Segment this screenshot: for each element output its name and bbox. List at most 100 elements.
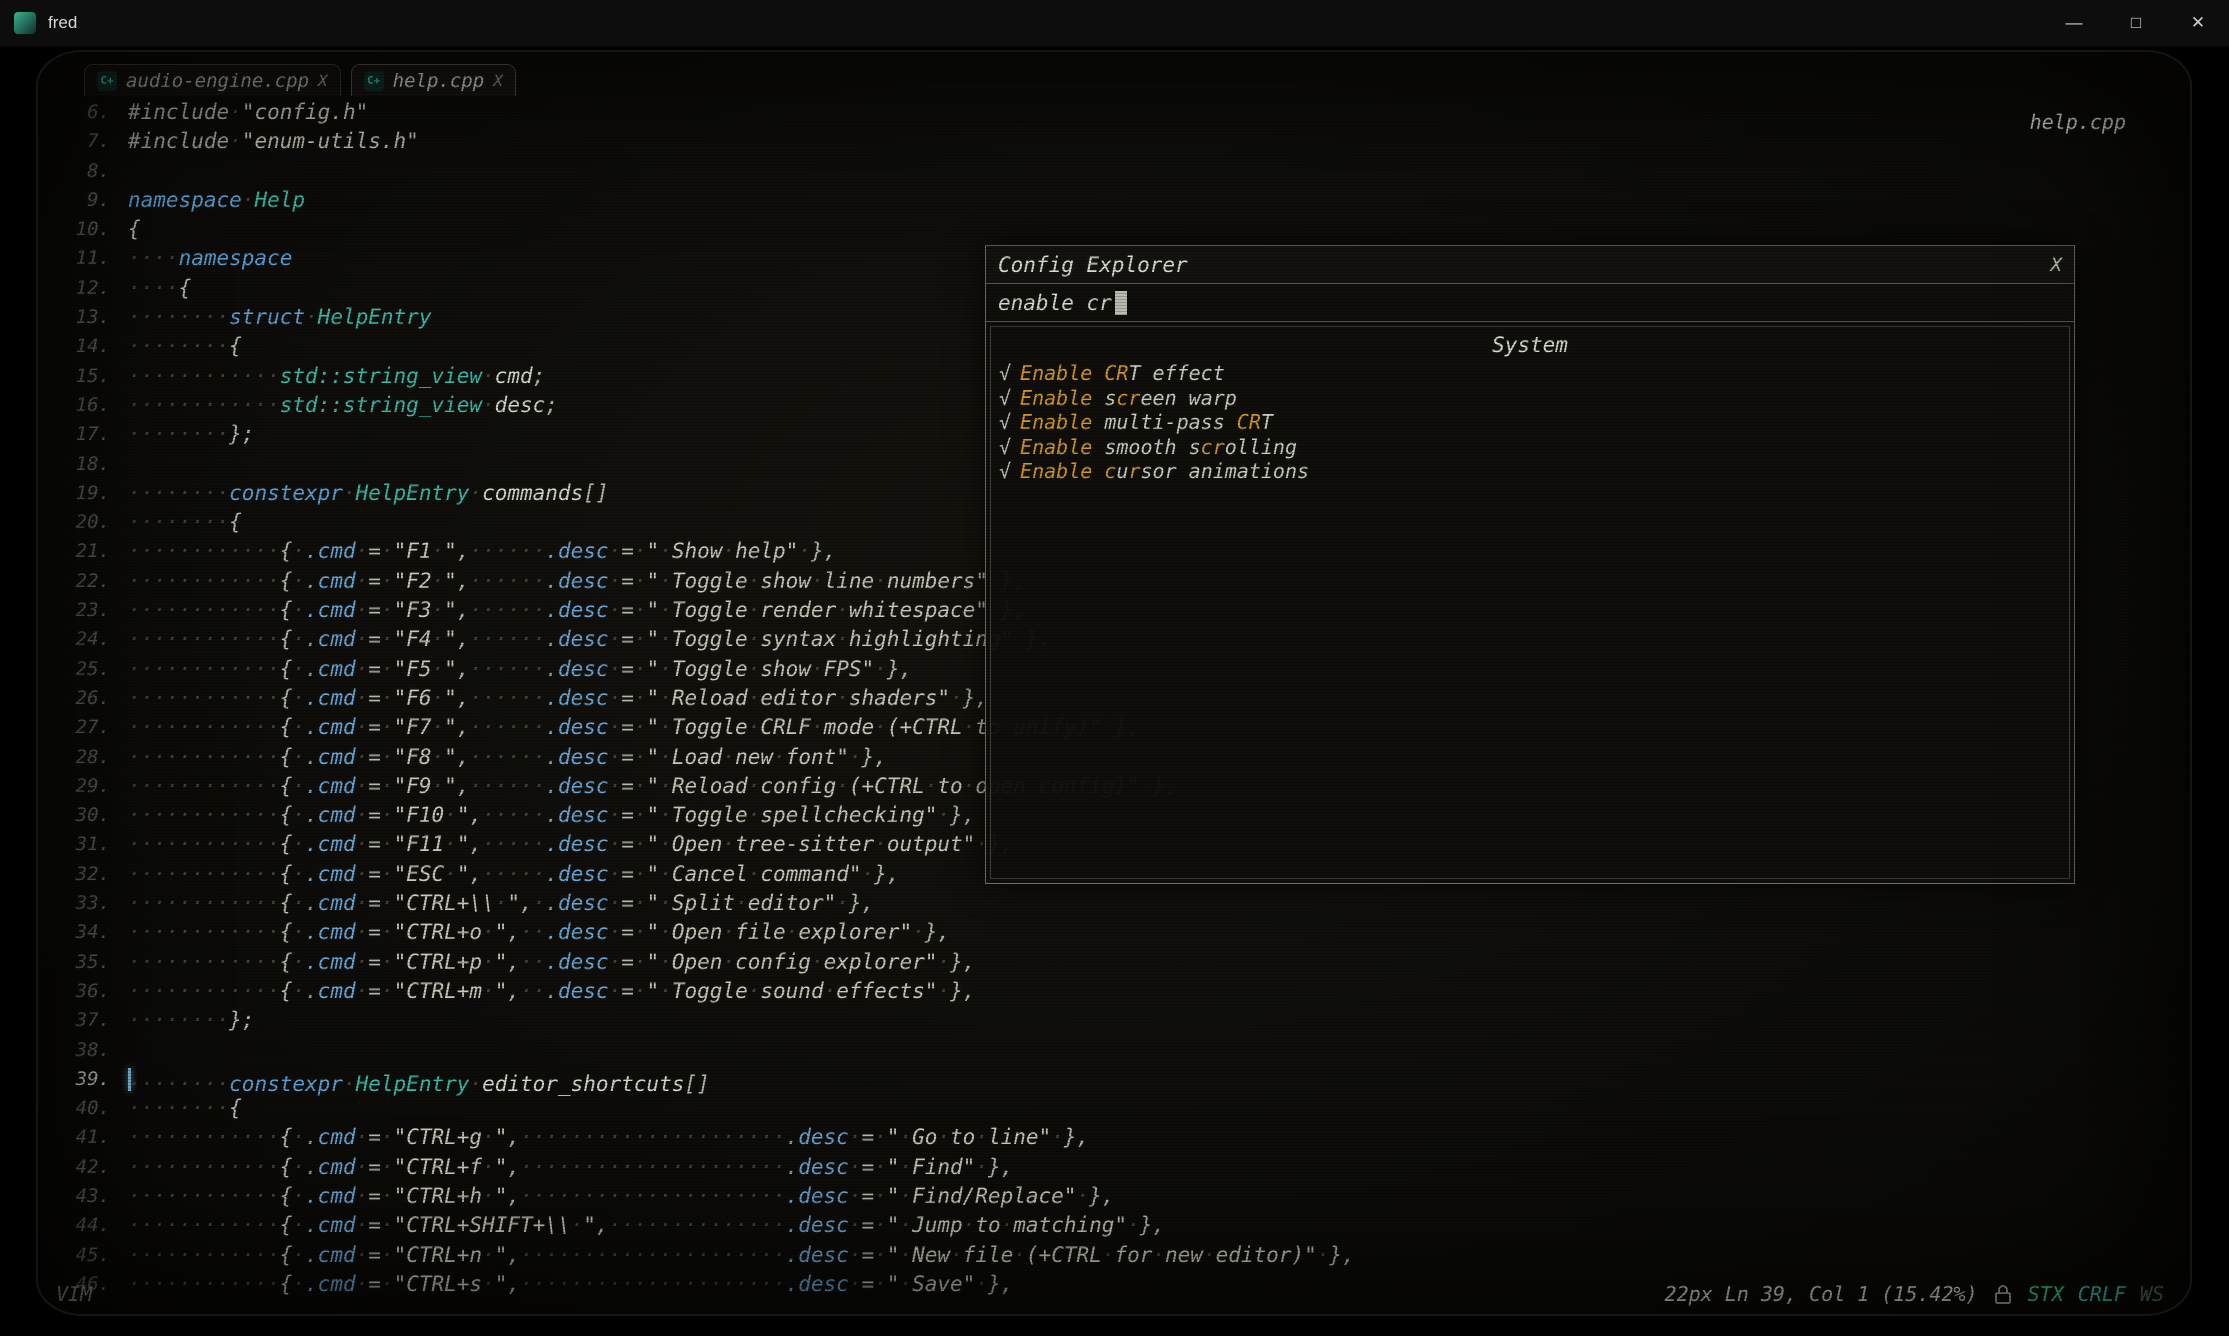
config-item-label: Enable cursor animations <box>1020 459 1309 484</box>
line-number: 10. <box>56 215 110 244</box>
config-search-input[interactable]: enable cr <box>986 284 2074 322</box>
line-content: ············{·.cmd·=·"CTRL+n·",·········… <box>128 1241 1355 1270</box>
line-number: 44. <box>56 1211 110 1240</box>
code-line: 42. ············{·.cmd·=·"CTRL+f·",······… <box>56 1153 1355 1182</box>
line-number: 14. <box>56 332 110 361</box>
window-title: fred <box>48 13 77 33</box>
checkbox-checked-icon: √ <box>999 410 1011 435</box>
code-line: 6.#include·"config.h" <box>56 98 1355 127</box>
config-item-label: Enable CRT effect <box>1020 361 1225 386</box>
line-number: 36. <box>56 977 110 1006</box>
cpp-file-icon: C+ <box>97 71 117 91</box>
line-number: 12. <box>56 274 110 303</box>
line-content: ········struct·HelpEntry <box>128 303 431 332</box>
status-bar: VIM 22px Ln 39, Col 1 (15.42%) STXCRLFWS <box>56 1280 2164 1308</box>
line-content: ············std::string_view·desc; <box>128 391 558 420</box>
line-number: 9. <box>56 186 110 215</box>
code-line: 35.············{·.cmd·=·"CTRL+p·",··.des… <box>56 948 1355 977</box>
close-button[interactable]: ✕ <box>2167 0 2229 46</box>
minimize-button[interactable]: — <box>2043 0 2105 46</box>
line-content: ············{·.cmd·=·"F10·",·····.desc·=… <box>128 801 975 830</box>
line-content: ············std::string_view·cmd; <box>128 362 545 391</box>
code-line: 38. <box>56 1036 1355 1065</box>
checkbox-checked-icon: √ <box>999 361 1011 386</box>
line-content: ············{·.cmd·=·"CTRL+p·",··.desc·=… <box>128 948 975 977</box>
config-item-label: Enable smooth scrolling <box>1020 435 1297 460</box>
tab-close-icon[interactable]: X <box>493 71 503 90</box>
code-line: 9. namespace·Help <box>56 186 1355 215</box>
status-flag-stx: STX <box>2028 1282 2064 1306</box>
status-right-group: 22px Ln 39, Col 1 (15.42%) STXCRLFWS <box>1665 1282 2164 1306</box>
status-flag-crlf: CRLF <box>2078 1282 2126 1306</box>
line-number: 24. <box>56 625 110 654</box>
code-line: 43.············{·.cmd·=·"CTRL+h·",······… <box>56 1182 1355 1211</box>
popup-close-button[interactable]: X <box>2051 254 2062 276</box>
tab-label: audio-engine.cpp <box>126 70 309 92</box>
line-content: ············{·.cmd·=·"F3·",······.desc·=… <box>128 596 1026 625</box>
line-number: 34. <box>56 918 110 947</box>
window-controls: — □ ✕ <box>2043 0 2229 46</box>
line-content: ····namespace <box>128 244 292 273</box>
line-number: 22. <box>56 567 110 596</box>
line-content: ············{·.cmd·=·"ESC·",·····.desc·=… <box>128 860 899 889</box>
vim-mode-indicator: VIM <box>56 1282 92 1306</box>
line-content: ············{·.cmd·=·"CTRL+o·",··.desc·=… <box>128 918 950 947</box>
code-line: 45. ············{·.cmd·=·"CTRL+n·",······… <box>56 1241 1355 1270</box>
popup-title-bar: Config Explorer X <box>986 246 2074 284</box>
line-number: 29. <box>56 772 110 801</box>
line-content: ············{·.cmd·=·"F4·",······.desc·=… <box>128 625 1051 654</box>
line-content: ············{·.cmd·=·"CTRL+\\·",·.desc·=… <box>128 889 874 918</box>
line-content: ············{·.cmd·=·"F8·",······.desc·=… <box>128 743 887 772</box>
line-content: { <box>128 215 141 244</box>
line-number: 32. <box>56 860 110 889</box>
tab-close-icon[interactable]: X <box>318 71 328 90</box>
line-number: 11. <box>56 244 110 273</box>
code-line: 39.········constexpr·HelpEntry·editor_sh… <box>56 1065 1355 1094</box>
search-query-text: enable cr <box>998 291 1112 315</box>
tab-bar: C+ audio-engine.cpp X C+ help.cpp X <box>84 64 516 96</box>
line-number: 7. <box>56 127 110 156</box>
line-content: ············{·.cmd·=·"CTRL+g·",·········… <box>128 1123 1089 1152</box>
config-item[interactable]: √Enable cursor animations <box>999 459 2061 484</box>
code-line: 41.············{·.cmd·=·"CTRL+g·",······… <box>56 1123 1355 1152</box>
code-line: 8. <box>56 157 1355 186</box>
popup-title: Config Explorer <box>998 253 1188 277</box>
line-number: 18. <box>56 450 110 479</box>
line-content: namespace·Help <box>128 186 305 215</box>
config-item[interactable]: √Enable screen warp <box>999 386 2061 411</box>
config-item[interactable]: √Enable multi-pass CRT <box>999 410 2061 435</box>
line-number: 40. <box>56 1094 110 1123</box>
line-content: #include·"config.h" <box>128 98 368 127</box>
crt-screen: C+ audio-engine.cpp X C+ help.cpp X help… <box>38 52 2190 1314</box>
line-content: ············{·.cmd·=·"CTRL+f·",·········… <box>128 1153 1013 1182</box>
tab-label: help.cpp <box>393 70 485 92</box>
line-content: ············{·.cmd·=·"CTRL+h·",·········… <box>128 1182 1114 1211</box>
maximize-button[interactable]: □ <box>2105 0 2167 46</box>
line-number: 15. <box>56 362 110 391</box>
config-item[interactable]: √ Enable CRT effect <box>999 361 2061 386</box>
line-number: 33. <box>56 889 110 918</box>
line-number: 17. <box>56 420 110 449</box>
config-item[interactable]: √Enable smooth scrolling <box>999 435 2061 460</box>
line-content: ············{·.cmd·=·"F5·",······.desc·=… <box>128 655 912 684</box>
tab-audio-engine-cpp[interactable]: C+ audio-engine.cpp X <box>84 64 341 96</box>
cpp-file-icon: C+ <box>364 71 384 91</box>
code-line: 37.········}; <box>56 1006 1355 1035</box>
line-number: 20. <box>56 508 110 537</box>
code-line: 36.············{·.cmd·=·"CTRL+m·",··.des… <box>56 977 1355 1006</box>
line-content: ············{·.cmd·=·"CTRL+SHIFT+\\·",··… <box>128 1211 1165 1240</box>
text-cursor <box>1115 291 1127 315</box>
line-number: 42. <box>56 1153 110 1182</box>
line-content: ············{·.cmd·=·"F11·",·····.desc·=… <box>128 830 1013 859</box>
line-content: ····{ <box>128 274 191 303</box>
line-number: 45. <box>56 1241 110 1270</box>
app-icon <box>14 12 36 34</box>
tab-help-cpp[interactable]: C+ help.cpp X <box>351 64 516 96</box>
line-number: 19. <box>56 479 110 508</box>
window-titlebar: fred — □ ✕ <box>0 0 2229 47</box>
line-content: ········constexpr·HelpEntry·commands[] <box>128 479 609 508</box>
status-flags: STXCRLFWS <box>2028 1282 2164 1306</box>
line-content: ········{ <box>128 332 242 361</box>
config-list: System √Enable CRT effect√Enable screen … <box>990 326 2070 879</box>
line-number: 27. <box>56 713 110 742</box>
